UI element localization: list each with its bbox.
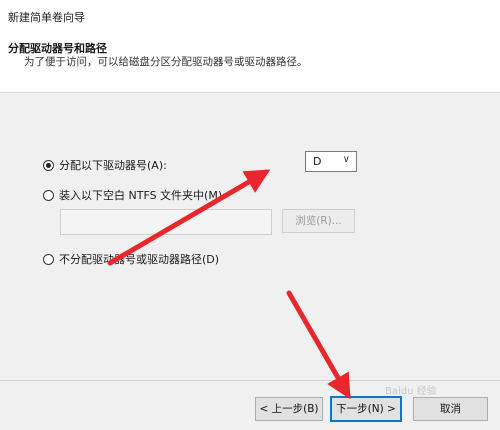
arrow-to-drive-letter <box>107 169 271 266</box>
annotation-arrows <box>107 169 351 400</box>
arrow-to-next-button <box>286 290 351 400</box>
